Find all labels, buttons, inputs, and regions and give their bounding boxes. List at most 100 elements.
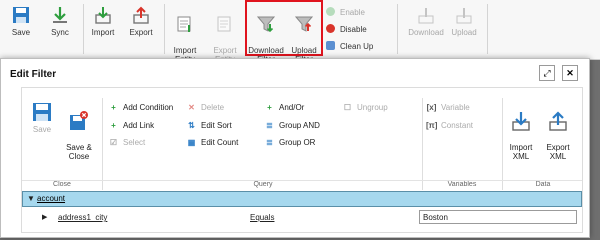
caret-icon: ▶	[42, 214, 48, 221]
bg-import-label: Import	[91, 28, 115, 37]
condition-operator[interactable]: Equals	[250, 213, 274, 222]
export-xml-icon	[549, 111, 567, 131]
delete-icon: ✕	[188, 103, 195, 112]
add-link-button[interactable]: + Add Link	[108, 121, 154, 131]
constant-label: Constant	[441, 121, 474, 130]
close-button[interactable]: ✕	[562, 65, 578, 81]
bg-clean-up-button[interactable]: Clean Up	[326, 41, 373, 52]
bg-clean-up-label: Clean Up	[340, 42, 374, 51]
save-close-icon	[70, 111, 88, 130]
export-xml-button[interactable]: Export XML	[542, 102, 574, 161]
edit-filter-dialog: Edit Filter ⤢ ✕ Save Save & Close Close …	[0, 58, 590, 238]
group-label-data: Data	[535, 181, 551, 188]
variable-icon: [x]	[426, 103, 437, 112]
condition-row[interactable]: ▶ address1_city Equals Boston	[32, 210, 580, 226]
group-or-button[interactable]: ≣ Group OR	[264, 138, 315, 148]
export-icon	[133, 6, 149, 24]
collapse-icon[interactable]: ▼	[27, 194, 35, 203]
import-icon	[95, 7, 111, 24]
save-icon	[33, 103, 51, 121]
select-label: Select	[123, 138, 146, 147]
bg-download-label: Download	[408, 28, 444, 37]
eraser-icon	[326, 41, 335, 50]
download-icon	[418, 8, 434, 24]
expand-icon: ⤢	[543, 68, 551, 78]
group-label-variables: Variables	[447, 181, 477, 188]
bg-import-entity-button[interactable]: Import Entity	[164, 6, 206, 64]
group-and-button[interactable]: ≣ Group AND	[264, 121, 320, 131]
count-icon: ▦	[187, 138, 196, 147]
group-separator	[102, 98, 103, 190]
check-icon	[326, 7, 335, 16]
group-icon: ≣	[266, 121, 273, 130]
constant-button[interactable]: [π] Constant	[426, 121, 473, 131]
bg-disable-label: Disable	[340, 25, 367, 34]
bg-enable-button[interactable]: Enable	[326, 7, 365, 18]
bg-import-button[interactable]: Import	[84, 6, 122, 37]
bg-save-button[interactable]: Save	[2, 6, 40, 37]
upload-icon	[456, 8, 472, 24]
bg-export-button[interactable]: Export	[122, 6, 160, 37]
constant-icon: [π]	[426, 121, 438, 130]
edit-count-button[interactable]: ▦ Edit Count	[186, 138, 239, 148]
bg-sync-label: Sync	[51, 28, 69, 37]
export-xml-label: Export XML	[546, 143, 570, 161]
edit-sort-button[interactable]: ⇅ Edit Sort	[186, 121, 232, 131]
save-close-label: Save & Close	[66, 143, 92, 161]
save-icon	[13, 7, 29, 23]
bg-disable-button[interactable]: Disable	[326, 24, 367, 35]
delete-label: Delete	[201, 103, 225, 112]
sort-icon: ⇅	[188, 121, 195, 130]
import-xml-label: Import XML	[509, 143, 533, 161]
dialog-body: Save Save & Close Close + Add Condition +…	[21, 87, 583, 233]
ungroup-label: Ungroup	[357, 103, 388, 112]
plus-icon: +	[111, 121, 116, 130]
save-button[interactable]: Save	[28, 102, 56, 134]
bg-sync-button[interactable]: Sync	[41, 6, 79, 37]
group-separator	[502, 98, 503, 190]
expand-button[interactable]: ⤢	[539, 65, 555, 81]
bg-upload-button[interactable]: Upload	[444, 6, 484, 37]
disable-icon	[326, 24, 335, 33]
ungroup-button[interactable]: ☐ Ungroup	[342, 103, 388, 113]
import-entity-icon	[177, 16, 191, 32]
group-label-close: Close	[53, 181, 71, 188]
select-icon: ☑	[109, 138, 118, 147]
close-icon: ✕	[566, 68, 574, 78]
add-condition-label: Add Condition	[123, 103, 174, 112]
background-ribbon: Save Sync Import Export Import Entity Ex…	[0, 0, 600, 64]
edit-count-label: Edit Count	[201, 138, 239, 147]
save-label: Save	[32, 125, 52, 134]
edit-sort-label: Edit Sort	[201, 121, 232, 130]
dialog-title: Edit Filter	[10, 69, 57, 80]
and-or-button[interactable]: + And/Or	[264, 103, 304, 113]
bg-export-label: Export	[129, 28, 153, 37]
group-and-label: Group AND	[279, 121, 320, 130]
save-close-button[interactable]: Save & Close	[62, 102, 96, 161]
bg-enable-label: Enable	[340, 8, 365, 17]
highlight-box	[245, 0, 323, 56]
variable-button[interactable]: [x] Variable	[426, 103, 470, 113]
select-button[interactable]: ☑ Select	[108, 138, 145, 148]
bg-separator	[397, 4, 398, 54]
sync-icon	[53, 7, 67, 23]
plus-icon: +	[111, 103, 116, 112]
add-link-label: Add Link	[123, 121, 155, 130]
condition-value-input[interactable]: Boston	[419, 210, 577, 224]
bg-save-label: Save	[11, 28, 31, 37]
condition-field[interactable]: address1_city	[58, 213, 107, 222]
export-entity-icon	[217, 16, 231, 32]
bg-export-entity-button[interactable]: Export Entity	[204, 6, 246, 64]
bg-download-button[interactable]: Download	[405, 6, 447, 37]
delete-button[interactable]: ✕ Delete	[186, 103, 224, 113]
add-condition-button[interactable]: + Add Condition	[108, 103, 173, 113]
import-xml-button[interactable]: Import XML	[506, 102, 536, 161]
entity-node[interactable]: ▼ account	[22, 191, 582, 207]
bg-upload-label: Upload	[451, 28, 477, 37]
plus-icon: +	[267, 103, 272, 112]
bg-separator	[487, 4, 488, 54]
ungroup-icon: ☐	[343, 103, 352, 112]
entity-name[interactable]: account	[37, 194, 65, 203]
group-label-query: Query	[253, 181, 273, 188]
group-icon: ≣	[266, 138, 273, 147]
